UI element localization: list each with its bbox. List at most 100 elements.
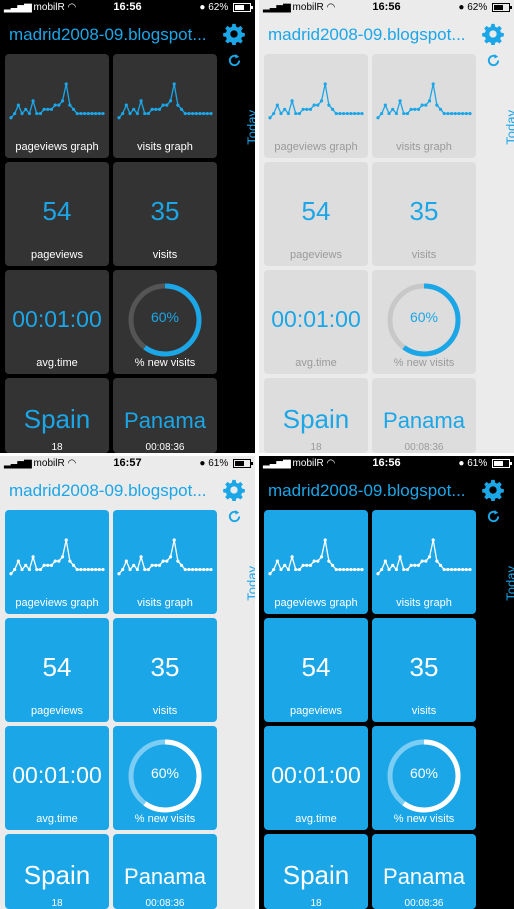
pageviews-tile[interactable]: 54 pageviews — [5, 162, 109, 266]
new-visits-tile[interactable]: 60% % new visits — [372, 270, 476, 374]
tile-label: visits — [411, 705, 437, 717]
visits-tile[interactable]: 35 visits — [113, 162, 217, 266]
country-tile-panama[interactable]: Panama 00:08:36 — [372, 378, 476, 453]
sparkline-point — [391, 107, 395, 111]
sparkline-point — [57, 559, 61, 563]
country-tile-panama[interactable]: Panama 00:08:36 — [113, 378, 217, 453]
gear-icon[interactable] — [223, 23, 245, 45]
sparkline-point — [353, 567, 357, 572]
avg-time-tile[interactable]: 00:01:00 avg.time — [5, 270, 109, 374]
sparkline-point — [342, 567, 346, 572]
sparkline-point — [143, 111, 147, 116]
sparkline-point — [9, 572, 13, 576]
country-tile-spain[interactable]: Spain 18 — [5, 834, 109, 909]
sparkline-point — [191, 111, 195, 116]
sparkline-point — [46, 563, 50, 567]
visits-graph-tile[interactable]: visits graph — [113, 54, 217, 158]
sparkline-point — [161, 103, 165, 107]
sparkline-point — [75, 567, 79, 572]
visits-tile[interactable]: 35 visits — [372, 162, 476, 266]
sparkline-point — [286, 567, 290, 572]
country-tile-panama[interactable]: Panama 00:08:36 — [372, 834, 476, 909]
refresh-icon[interactable] — [227, 509, 242, 524]
sparkline-point — [286, 111, 290, 116]
sparkline-point — [334, 567, 338, 572]
refresh-icon[interactable] — [486, 509, 501, 524]
pageviews-graph-tile[interactable]: pageviews graph — [5, 510, 109, 614]
sparkline-point — [427, 555, 432, 559]
pageviews-graph-tile[interactable]: pageviews graph — [5, 54, 109, 158]
tile-label: pageviews graph — [274, 597, 358, 609]
new-visits-tile[interactable]: 60% % new visits — [372, 726, 476, 830]
new-visits-tile[interactable]: 60% % new visits — [113, 270, 217, 374]
new-visits-tile[interactable]: 60% % new visits — [113, 726, 217, 830]
sparkline-point — [427, 99, 432, 103]
gear-icon[interactable] — [223, 479, 245, 501]
sparkline-point — [49, 563, 54, 567]
visits-graph-tile[interactable]: visits graph — [372, 510, 476, 614]
country-tile-spain[interactable]: Spain 18 — [264, 834, 368, 909]
sparkline-point — [383, 559, 387, 563]
sparkline-point — [464, 111, 468, 116]
sparkline-point — [20, 567, 24, 572]
sparkline-point — [154, 107, 158, 111]
pageviews-sparkline — [9, 538, 105, 576]
country-tile-panama[interactable]: Panama 00:08:36 — [113, 834, 217, 909]
period-selector[interactable]: Today — [245, 110, 255, 145]
country-tile-spain[interactable]: Spain 18 — [264, 378, 368, 453]
visits-tile[interactable]: 35 visits — [372, 618, 476, 722]
sparkline-point — [187, 111, 191, 116]
avg-time-tile[interactable]: 00:01:00 avg.time — [264, 726, 368, 830]
sparkline-point — [146, 111, 151, 116]
sparkline-point — [117, 572, 121, 576]
sparkline-point — [387, 567, 391, 572]
gear-icon[interactable] — [482, 479, 504, 501]
sparkline-point — [305, 563, 309, 567]
avg-time-tile[interactable]: 00:01:00 avg.time — [5, 726, 109, 830]
sparkline-point — [42, 107, 46, 111]
sparkline-point — [442, 111, 446, 116]
visits-graph-tile[interactable]: visits graph — [372, 54, 476, 158]
sparkline-point — [90, 567, 94, 572]
site-title[interactable]: madrid2008-09.blogspot... — [268, 481, 478, 501]
visits-tile[interactable]: 35 visits — [113, 618, 217, 722]
sparkline-point — [316, 559, 320, 563]
sparkline-point — [275, 559, 279, 563]
sparkline-point — [42, 563, 46, 567]
visits-graph-tile[interactable]: visits graph — [113, 510, 217, 614]
avg-time-tile[interactable]: 00:01:00 avg.time — [264, 270, 368, 374]
period-selector[interactable]: Today — [245, 566, 255, 601]
sparkline-point — [60, 555, 65, 559]
country-value: 18 — [51, 442, 63, 453]
refresh-icon[interactable] — [227, 53, 242, 68]
pageviews-tile[interactable]: 54 pageviews — [5, 618, 109, 722]
country-tile-spain[interactable]: Spain 18 — [5, 378, 109, 453]
sparkline-point — [453, 111, 457, 116]
pageviews-value: 54 — [42, 196, 72, 226]
sparkline-point — [49, 107, 54, 111]
sparkline-point — [268, 116, 272, 120]
sparkline-point — [132, 107, 136, 111]
gear-icon[interactable] — [482, 23, 504, 45]
pageviews-value: 54 — [42, 652, 72, 682]
period-selector[interactable]: Today — [504, 566, 514, 601]
sparkline-point — [468, 567, 472, 572]
period-selector[interactable]: Today — [504, 110, 514, 145]
refresh-icon[interactable] — [486, 53, 501, 68]
tile-label: avg.time — [36, 357, 78, 369]
pageviews-tile[interactable]: 54 pageviews — [264, 162, 368, 266]
site-title[interactable]: madrid2008-09.blogspot... — [9, 25, 219, 45]
site-title[interactable]: madrid2008-09.blogspot... — [9, 481, 219, 501]
sparkline-point — [402, 111, 406, 116]
pageviews-graph-tile[interactable]: pageviews graph — [264, 510, 368, 614]
pageviews-sparkline — [268, 82, 364, 120]
pageviews-graph-tile[interactable]: pageviews graph — [264, 54, 368, 158]
site-title[interactable]: madrid2008-09.blogspot... — [268, 25, 478, 45]
pageviews-tile[interactable]: 54 pageviews — [264, 618, 368, 722]
sparkline-point — [83, 111, 87, 116]
sparkline-point — [168, 555, 173, 559]
sparkline-point — [38, 567, 43, 572]
sparkline-point — [334, 111, 338, 116]
sparkline-point — [183, 111, 187, 116]
sparkline-point — [376, 572, 380, 576]
